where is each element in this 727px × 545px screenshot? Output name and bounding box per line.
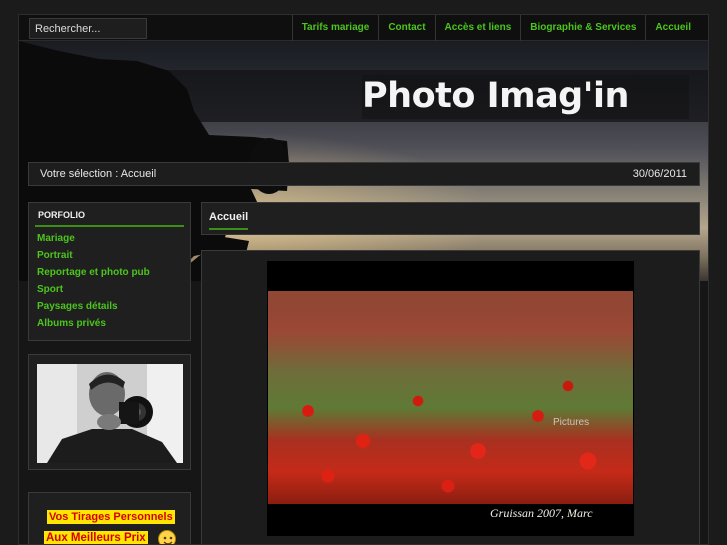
nav-accueil[interactable]: Accueil [645,15,700,41]
portfolio-item-paysages[interactable]: Paysages détails [29,298,190,315]
nav-acces-et-liens[interactable]: Accès et liens [434,15,521,41]
promo-line-1[interactable]: Vos Tirages Personnels [47,510,175,524]
promo-box: Vos Tirages Personnels Aux Meilleurs Pri… [28,492,191,544]
portfolio-title: PORFOLIO [35,210,184,227]
main-content: Pictures Gruissan 2007, Marc [201,250,700,544]
photo-signature: Gruissan 2007, Marc [490,506,593,520]
photo-haze [268,291,633,361]
main-title-box: Accueil [201,202,700,235]
selection-bar: Votre sélection : Accueil 30/06/2011 [28,162,700,186]
promo-line-2[interactable]: Aux Meilleurs Prix [44,531,148,544]
portrait-image [37,364,183,463]
main-nav: Tarifs mariage Contact Accès et liens Bi… [291,15,700,41]
portfolio-item-albums-prives[interactable]: Albums privés [29,315,190,332]
poppy-field-photo: Pictures Gruissan 2007, Marc [268,291,633,520]
portfolio-item-mariage[interactable]: Mariage [29,230,190,247]
photo-slideshow[interactable]: Pictures Gruissan 2007, Marc [267,261,634,536]
page: Tarifs mariage Contact Accès et liens Bi… [18,14,709,545]
selection-label: Votre sélection : Accueil [40,168,157,180]
photographer-photo-box [28,354,191,470]
site-logo[interactable]: Photo Imag'in [362,75,689,119]
portfolio-item-portrait[interactable]: Portrait [29,247,190,264]
nav-biographie-services[interactable]: Biographie & Services [520,15,645,41]
page-title: Accueil [209,211,249,230]
smiley-icon [158,530,176,544]
nav-tarifs-mariage[interactable]: Tarifs mariage [291,15,379,41]
top-navbar: Tarifs mariage Contact Accès et liens Bi… [19,15,708,41]
photographer-portrait[interactable] [37,364,183,463]
current-date: 30/06/2011 [632,168,687,180]
smiley-glyph [163,536,173,544]
nav-contact[interactable]: Contact [378,15,434,41]
slideshow-label: Pictures [553,417,590,428]
portfolio-menu: PORFOLIO Mariage Portrait Reportage et p… [28,202,191,341]
portfolio-item-reportage[interactable]: Reportage et photo pub [29,264,190,281]
portfolio-item-sport[interactable]: Sport [29,281,190,298]
search-input[interactable] [29,18,147,39]
